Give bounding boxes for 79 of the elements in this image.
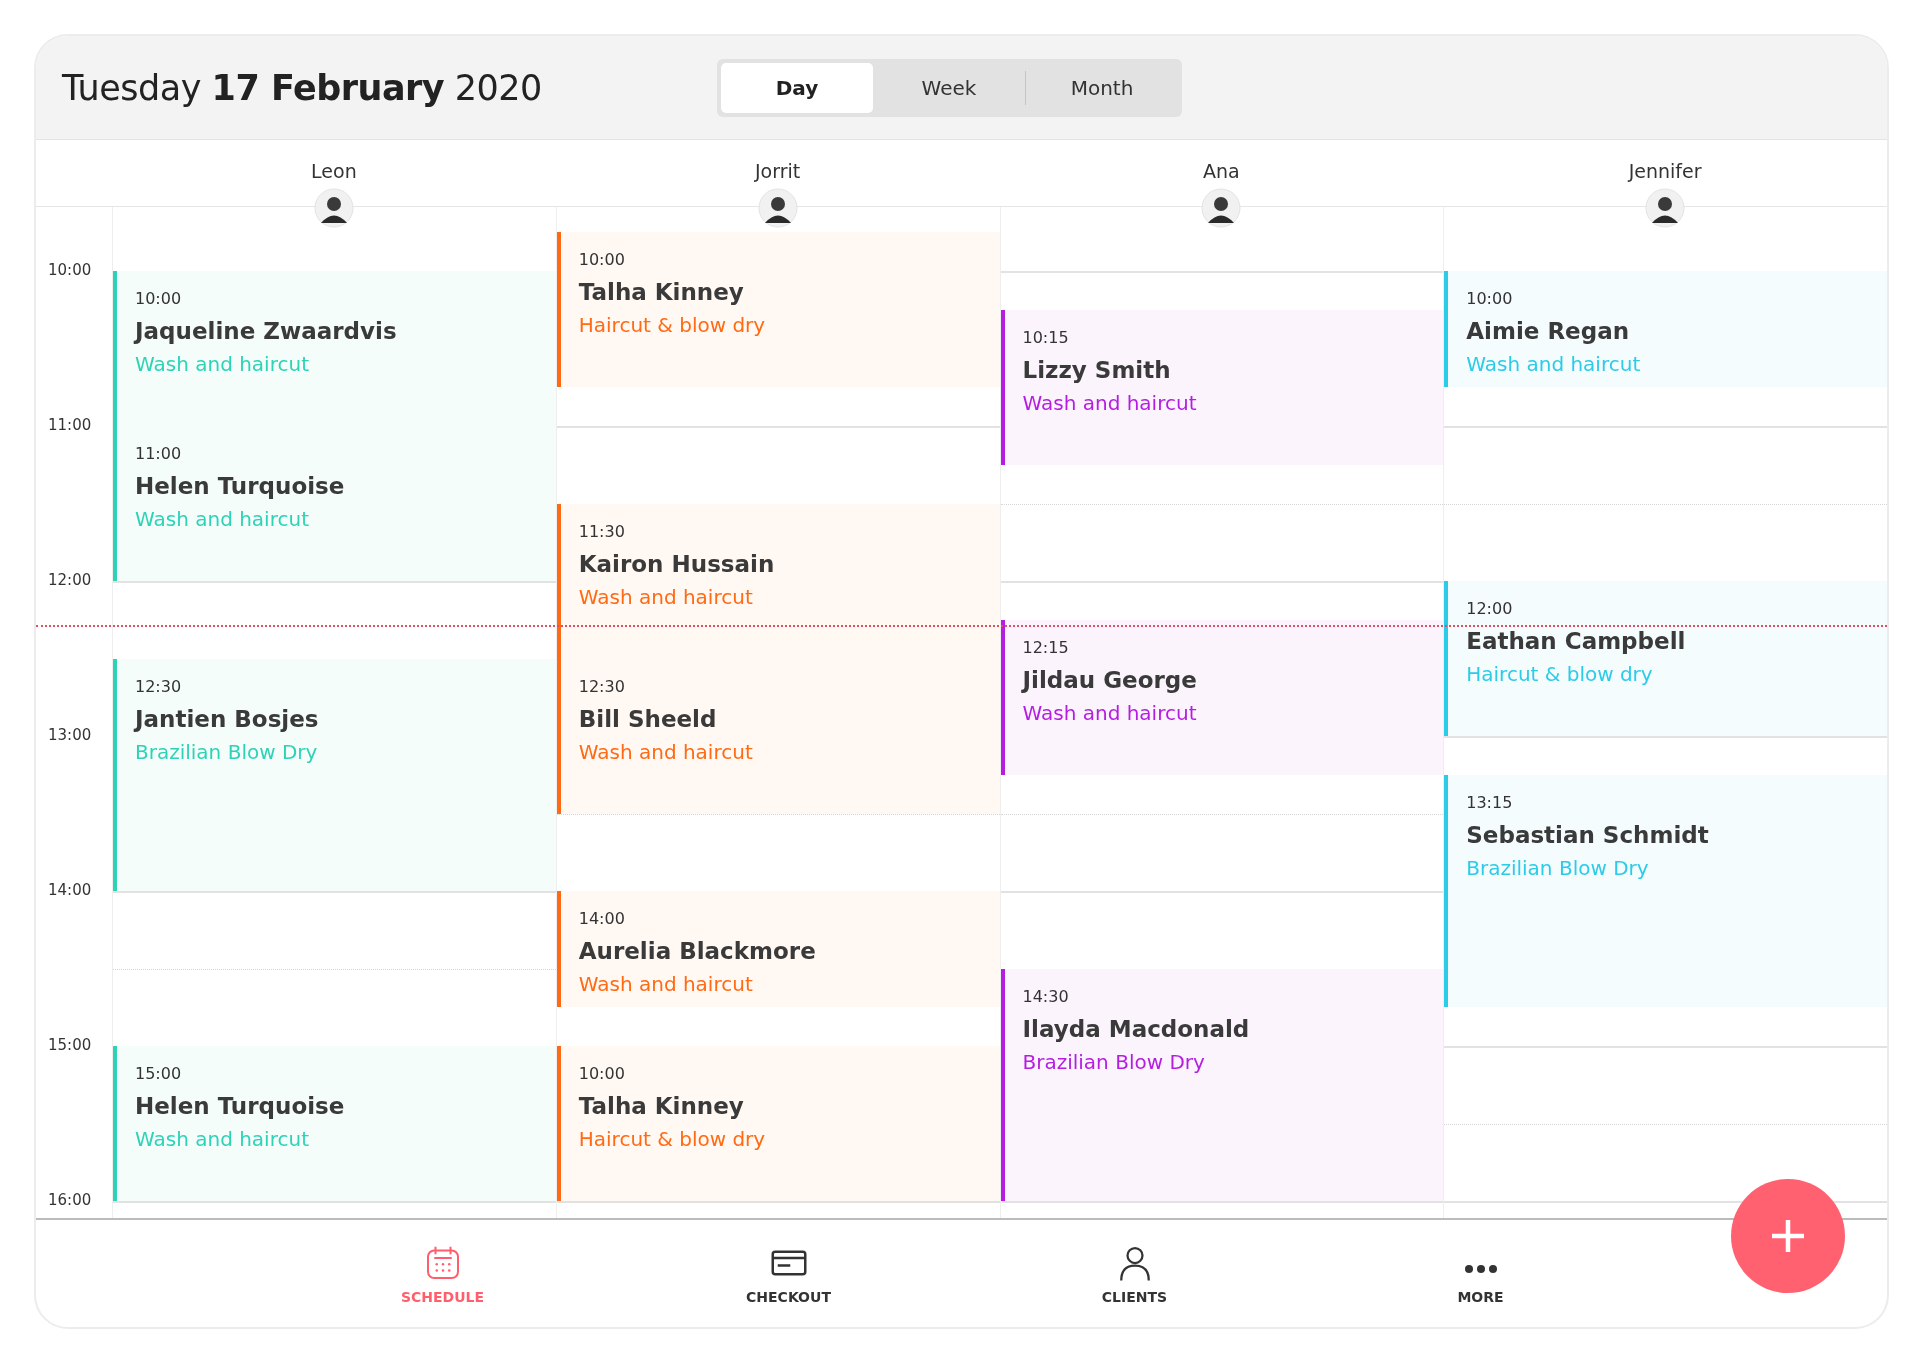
appointment-card[interactable]: 11:00 Helen Turquoise Wash and haircut xyxy=(113,426,556,581)
appointment-card[interactable]: 11:30 Kairon Hussain Wash and haircut xyxy=(556,503,1000,659)
view-tab[interactable]: Week xyxy=(873,62,1025,113)
nav-tab[interactable]: CLIENTS xyxy=(961,1220,1308,1327)
appointment-time: 10:15 xyxy=(1022,327,1069,347)
service-name: Brazilian Blow Dry xyxy=(1022,1049,1205,1074)
service-name: Wash and haircut xyxy=(1466,352,1641,376)
hour-label: 10:00 xyxy=(48,261,92,279)
hour-label: 16:00 xyxy=(48,1191,92,1209)
hour-label: 14:00 xyxy=(48,881,92,899)
view-tab[interactable]: Day xyxy=(721,62,873,113)
appointment-card[interactable]: 10:15 Lizzy Smith Wash and haircut xyxy=(1000,309,1444,465)
hour-label: 12:00 xyxy=(48,571,92,589)
appointment-time: 10:00 xyxy=(135,289,182,308)
appointment-card[interactable]: 14:30 Ilayda Macdonald Brazilian Blow Dry xyxy=(1000,968,1444,1201)
nav-tab[interactable]: MORE xyxy=(1307,1220,1654,1327)
service-name: Wash and haircut xyxy=(578,972,753,996)
service-name: Wash and haircut xyxy=(578,584,753,609)
appointment-time: 10:00 xyxy=(578,1064,625,1083)
client-name: Jildau George xyxy=(1022,666,1197,693)
client-name: Eathan Campbell xyxy=(1466,628,1686,654)
appointment-card[interactable]: 12:15 Jildau George Wash and haircut xyxy=(1000,619,1444,775)
client-name: Talha Kinney xyxy=(578,1093,744,1119)
appointment-card[interactable]: 10:00 Aimie Regan Wash and haircut xyxy=(1444,271,1887,388)
appointment-time: 10:00 xyxy=(578,250,625,270)
service-name: Wash and haircut xyxy=(135,507,309,531)
date-title: Tuesday 17 February 2020 xyxy=(62,67,543,108)
appointment-time: 12:30 xyxy=(135,676,182,696)
appointment-card[interactable]: 10:00 Talha Kinney Haircut & blow dry xyxy=(556,232,1000,388)
appointment-time: 11:00 xyxy=(135,444,182,463)
staff-name: Ana xyxy=(1203,160,1240,182)
more-icon xyxy=(1464,1264,1497,1273)
appointment-time: 14:00 xyxy=(578,909,625,928)
client-name: Jantien Bosjes xyxy=(135,705,319,732)
appointment-card[interactable]: 12:00 Eathan Campbell Haircut & blow dry xyxy=(1444,581,1887,736)
appointment-card[interactable]: 13:15 Sebastian Schmidt Brazilian Blow Dry xyxy=(1444,774,1887,1008)
appointment-time: 12:00 xyxy=(1466,599,1513,618)
client-name: Helen Turquoise xyxy=(135,1093,345,1119)
client-name: Lizzy Smith xyxy=(1022,356,1171,383)
appointment-time: 13:15 xyxy=(1466,792,1513,812)
hour-label: 13:00 xyxy=(48,726,92,744)
client-name: Sebastian Schmidt xyxy=(1466,821,1709,848)
client-name: Jaqueline Zwaardvis xyxy=(135,318,397,344)
client-name: Helen Turquoise xyxy=(135,473,345,499)
appointment-time: 10:00 xyxy=(1466,289,1513,308)
service-name: Wash and haircut xyxy=(135,352,309,376)
staff-name: Jorrit xyxy=(755,160,801,182)
service-name: Brazilian Blow Dry xyxy=(135,739,318,764)
appointment-card[interactable]: 10:00 Talha Kinney Haircut & blow dry xyxy=(556,1046,1000,1201)
client-name: Bill Sheeld xyxy=(578,705,717,732)
service-name: Brazilian Blow Dry xyxy=(1466,855,1649,880)
appointment-card[interactable]: 12:30 Bill Sheeld Wash and haircut xyxy=(556,658,1000,814)
client-name: Talha Kinney xyxy=(578,279,744,306)
appointment-card[interactable]: 10:00 Jaqueline Zwaardvis Wash and haircut xyxy=(113,271,556,426)
service-name: Wash and haircut xyxy=(578,739,753,764)
client-name: Ilayda Macdonald xyxy=(1022,1015,1250,1042)
service-name: Haircut & blow dry xyxy=(578,313,766,338)
appointment-time: 15:00 xyxy=(135,1064,182,1083)
nav-tab[interactable]: CHECKOUT xyxy=(615,1220,962,1327)
staff-name: Leon xyxy=(311,160,357,182)
appointment-time: 12:15 xyxy=(1022,637,1069,657)
client-name: Kairon Hussain xyxy=(578,550,775,577)
hour-label: 15:00 xyxy=(48,1036,92,1054)
appointment-time: 14:30 xyxy=(1022,986,1069,1006)
appointment-time: 12:30 xyxy=(578,676,625,696)
service-name: Haircut & blow dry xyxy=(1466,662,1653,686)
appointment-card[interactable]: 15:00 Helen Turquoise Wash and haircut xyxy=(113,1046,556,1201)
client-name: Aurelia Blackmore xyxy=(578,938,816,964)
appointment-time: 11:30 xyxy=(578,521,625,541)
service-name: Wash and haircut xyxy=(1022,700,1197,725)
appointment-card[interactable]: 12:30 Jantien Bosjes Brazilian Blow Dry xyxy=(113,658,556,891)
client-name: Aimie Regan xyxy=(1466,318,1630,344)
hour-label: 11:00 xyxy=(48,416,92,434)
appointment-card[interactable]: 14:00 Aurelia Blackmore Wash and haircut xyxy=(556,891,1000,1008)
service-name: Wash and haircut xyxy=(135,1127,309,1151)
service-name: Haircut & blow dry xyxy=(578,1127,766,1151)
service-name: Wash and haircut xyxy=(1022,390,1197,415)
staff-name: Jennifer xyxy=(1628,160,1702,182)
view-tab[interactable]: Month xyxy=(1026,62,1178,113)
